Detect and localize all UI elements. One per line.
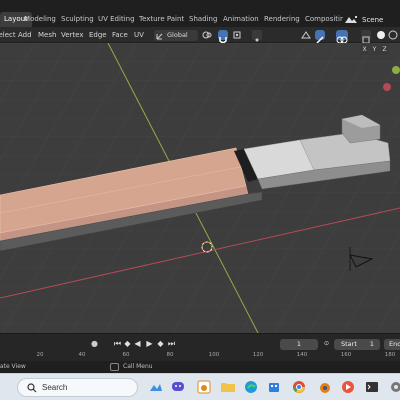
- ruler-tick: 180: [384, 352, 396, 358]
- scene-icon: [345, 15, 357, 23]
- terminal-icon[interactable]: [364, 379, 380, 395]
- widget-icon[interactable]: [148, 379, 164, 395]
- tab-texture-paint[interactable]: Texture Paint: [139, 12, 184, 27]
- ruler-tick: 20: [36, 352, 44, 358]
- blender-icon[interactable]: [316, 379, 332, 395]
- file-explorer-icon[interactable]: [220, 379, 236, 395]
- overlays-toggle[interactable]: [336, 30, 348, 44]
- timeline-panel: ● ⏮ ◆ ◀ ▶ ◆ ⏭ 1 ⊙ Start 1 End 20 40 60 8…: [0, 333, 400, 361]
- taskbar-search[interactable]: Search: [17, 378, 138, 397]
- mirror-x-toggle[interactable]: X: [360, 44, 369, 55]
- status-call-menu: Call Menu: [123, 363, 153, 370]
- tab-shading[interactable]: Shading: [189, 12, 217, 27]
- edge-icon[interactable]: [243, 379, 259, 395]
- store-icon[interactable]: [266, 379, 282, 395]
- end-frame-field[interactable]: End: [384, 339, 400, 350]
- ruler-tick: 140: [296, 352, 308, 358]
- prev-keyframe-icon[interactable]: ◆: [123, 339, 132, 349]
- orientation-label: Global: [167, 31, 188, 39]
- menu-face[interactable]: Face: [112, 27, 128, 43]
- record-button[interactable]: ●: [90, 339, 99, 349]
- search-icon: [27, 383, 37, 393]
- mouse-icon: [110, 363, 119, 371]
- ruler-tick: 60: [122, 352, 130, 358]
- windows-taskbar: Search: [0, 373, 400, 400]
- menu-add[interactable]: Add: [18, 27, 32, 43]
- end-label: End: [389, 340, 400, 348]
- scene-label: Scene: [362, 15, 384, 24]
- status-bar: Rotate View Call Menu: [0, 361, 400, 373]
- tab-sculpting[interactable]: Sculpting: [61, 12, 94, 27]
- gizmo-toggle[interactable]: [315, 30, 325, 44]
- play-icon[interactable]: ▶: [145, 339, 154, 349]
- tab-compositing[interactable]: Compositing: [305, 12, 343, 27]
- preview-range-icon[interactable]: ⊙: [322, 339, 331, 349]
- viewport-header: Select Add Mesh Vertex Edge Face UV Glob…: [0, 27, 400, 44]
- jump-start-icon[interactable]: ⏮: [113, 339, 122, 349]
- workspace-tab-bar: Layout Modeling Sculpting UV Editing Tex…: [0, 0, 400, 27]
- tab-rendering[interactable]: Rendering: [264, 12, 300, 27]
- copilot-icon[interactable]: [170, 379, 186, 395]
- play-reverse-icon[interactable]: ◀: [133, 339, 142, 349]
- start-label: Start: [341, 340, 357, 348]
- solid-shading-icon[interactable]: [376, 30, 386, 40]
- start-frame-field[interactable]: Start 1: [334, 339, 380, 350]
- mirror-y-toggle[interactable]: Y: [370, 44, 379, 55]
- blender-taskbar-icon[interactable]: [196, 379, 212, 395]
- ruler-tick: 80: [166, 352, 174, 358]
- playback-controls: ● ⏮ ◆ ◀ ▶ ◆ ⏭ 1 ⊙ Start 1 End: [0, 337, 400, 351]
- material-shading-icon[interactable]: [388, 30, 398, 40]
- ruler-tick: 160: [340, 352, 352, 358]
- current-frame-field[interactable]: 1: [280, 339, 318, 350]
- menu-vertex[interactable]: Vertex: [61, 27, 84, 43]
- status-rotate-view: Rotate View: [0, 363, 26, 370]
- gizmo-x-handle[interactable]: [383, 83, 391, 91]
- menu-edge[interactable]: Edge: [89, 27, 107, 43]
- tab-modeling[interactable]: Modeling: [24, 12, 56, 27]
- menu-select[interactable]: Select: [0, 27, 16, 43]
- next-keyframe-icon[interactable]: ◆: [156, 339, 165, 349]
- proportional-edit-toggle[interactable]: [252, 30, 262, 42]
- snap-target-icon[interactable]: [232, 30, 242, 40]
- menu-uv[interactable]: UV: [134, 27, 144, 43]
- tab-animation[interactable]: Animation: [223, 12, 259, 27]
- object-types-icon[interactable]: [300, 30, 314, 40]
- chrome-icon[interactable]: [291, 379, 307, 395]
- 3d-viewport[interactable]: [0, 43, 400, 333]
- search-placeholder: Search: [42, 383, 68, 392]
- media-player-icon[interactable]: [340, 379, 356, 395]
- pivot-point-icon[interactable]: [202, 30, 212, 40]
- settings-icon[interactable]: [388, 379, 400, 395]
- scene-selector[interactable]: Scene: [344, 12, 383, 27]
- menu-mesh[interactable]: Mesh: [38, 27, 56, 43]
- transform-orientation-dropdown[interactable]: Global: [154, 30, 198, 41]
- mirror-z-toggle[interactable]: Z: [380, 44, 389, 55]
- ruler-tick: 120: [252, 352, 264, 358]
- tab-uv-editing[interactable]: UV Editing: [98, 12, 135, 27]
- snap-toggle[interactable]: [218, 30, 228, 44]
- gizmo-y-handle[interactable]: [392, 66, 400, 74]
- viewport-scene: [0, 43, 400, 333]
- xray-toggle[interactable]: [361, 30, 371, 44]
- ruler-tick: 40: [78, 352, 86, 358]
- ruler-tick: 100: [208, 352, 220, 358]
- orientation-icon: [156, 33, 163, 40]
- jump-end-icon[interactable]: ⏭: [167, 339, 176, 349]
- start-value: 1: [369, 340, 374, 348]
